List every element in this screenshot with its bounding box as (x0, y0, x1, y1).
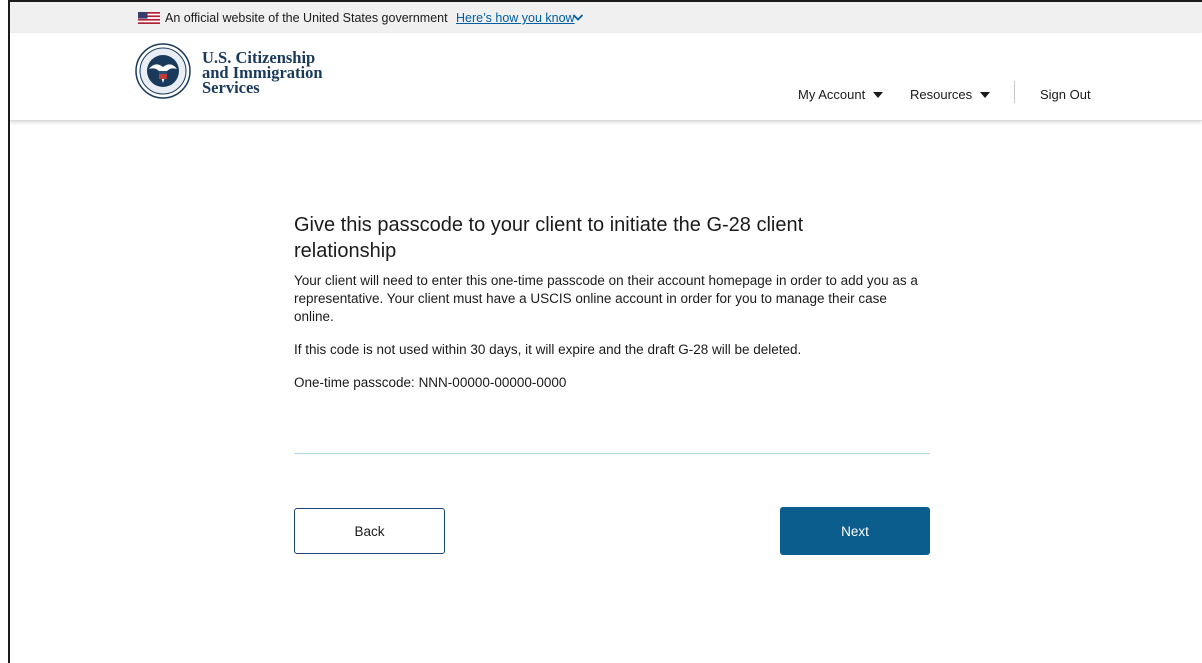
back-button[interactable]: Back (294, 508, 445, 554)
expiration-notice: If this code is not used within 30 days,… (294, 342, 802, 357)
nav-divider (1014, 81, 1015, 103)
passcode-value: NNN-00000-00000-0000 (418, 375, 567, 390)
official-website-text: An official website of the United States… (165, 11, 448, 25)
instructions-paragraph: Your client will need to enter this one-… (294, 273, 918, 324)
passcode-label: One-time passcode: (294, 375, 419, 390)
agency-name-line3: Services (202, 78, 260, 97)
chevron-down-icon[interactable] (572, 13, 584, 22)
nav-resources-label: Resources (910, 87, 973, 102)
nav-my-account[interactable]: My Account (798, 87, 884, 102)
heres-how-you-know-link[interactable]: Here’s how you know (456, 11, 575, 25)
caret-down-icon (873, 91, 884, 98)
caret-down-icon (980, 91, 991, 98)
site-header: U.S. Citizenship and Immigration Service… (10, 33, 1202, 121)
nav-resources[interactable]: Resources (910, 87, 991, 102)
us-flag-icon (138, 12, 160, 24)
main-content: Give this passcode to your client to ini… (294, 212, 934, 392)
agency-name[interactable]: U.S. Citizenship and Immigration Service… (202, 49, 323, 97)
passcode-line: One-time passcode: NNN-00000-00000-0000 (294, 374, 919, 392)
nav-my-account-label: My Account (798, 87, 866, 102)
browser-frame: An official website of the United States… (8, 0, 1202, 663)
gov-banner: An official website of the United States… (10, 2, 1202, 33)
nav-sign-out-label: Sign Out (1040, 87, 1091, 102)
page-title: Give this passcode to your client to ini… (294, 214, 804, 262)
next-button[interactable]: Next (780, 507, 930, 555)
nav-sign-out[interactable]: Sign Out (1040, 87, 1091, 102)
dhs-seal-icon[interactable] (135, 43, 191, 99)
content-divider (294, 453, 930, 454)
